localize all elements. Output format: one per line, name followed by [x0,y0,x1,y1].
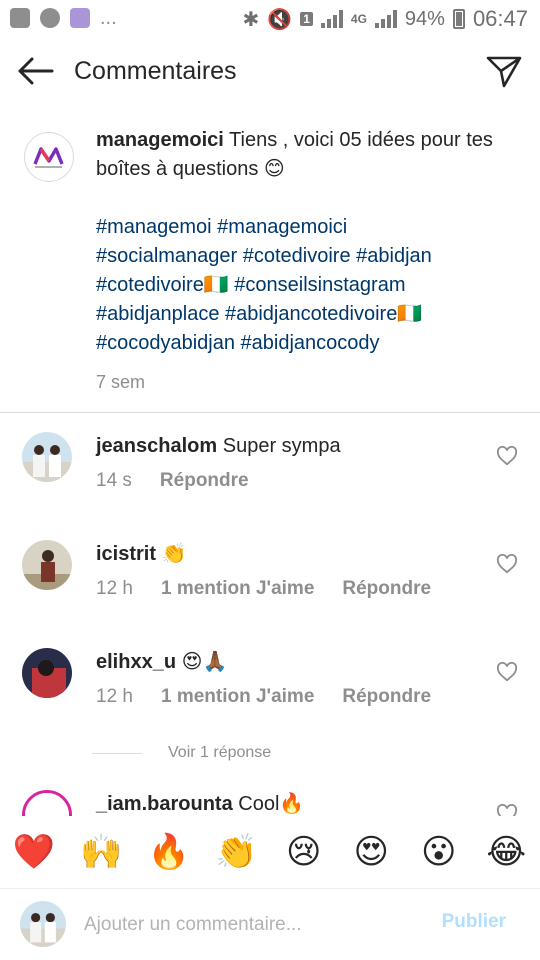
comment-item: jeanschalom Super sympa 14 s Répondre [0,432,540,532]
comment-composer: Publier [0,889,540,960]
comment-time: 12 h [96,578,133,599]
comment-item: _iam.barounta Cool🔥 [0,790,540,816]
emoji-surprised-button[interactable]: 😮 [416,829,462,875]
comment-input[interactable] [82,907,416,943]
send-icon[interactable] [484,54,524,90]
caption-username[interactable]: managemoici [96,129,224,151]
avatar[interactable] [24,132,74,182]
comment-meta: 12 h 1 mention J'aime Répondre [96,578,431,600]
comment-username[interactable]: jeanschalom [96,435,217,457]
clock: 06:47 [472,6,528,31]
emoji-heart-eyes-button[interactable]: 😍 [348,829,394,875]
network-type: 4G [350,12,367,26]
heart-icon[interactable] [496,446,518,466]
mute-icon: 🔇 [267,8,293,31]
page-title: Commentaires [74,57,237,85]
emoji-fire-button[interactable]: 🔥 [146,829,192,875]
comment-text: Super sympa [222,435,341,457]
status-bar: ... ✱ 🔇 1 4G 94% 06:47 [0,0,540,38]
comment-text: Cool🔥 [238,793,305,815]
avatar[interactable] [22,540,72,590]
comment-username[interactable]: icistrit [96,543,156,565]
comment-text: 👏 [161,543,187,565]
emoji-laughing-button[interactable]: 😂 [483,829,529,875]
reply-button[interactable]: Répondre [160,470,249,492]
avatar-image [22,432,72,482]
emoji-raised-hands-button[interactable]: 🙌 [78,829,124,875]
signal-icon-2 [374,10,397,28]
heart-icon[interactable] [496,804,518,816]
divider [92,752,142,754]
reply-button[interactable]: Répondre [342,686,431,708]
battery-icon [452,9,465,29]
view-replies-button[interactable]: Voir 1 réponse [92,744,271,762]
avatar[interactable] [22,790,72,816]
hashtag-line[interactable]: #abidjanplace #abidjancotedivoire🇨🇮 [96,300,516,329]
avatar-image [22,540,72,590]
emoji-sad-button[interactable]: 😢 [281,829,327,875]
comment-meta: 12 h 1 mention J'aime Répondre [96,686,431,708]
comment-text-row: elihxx_u 😍🙏🏾 [96,648,227,676]
comment-text-row: jeanschalom Super sympa [96,432,341,460]
header: Commentaires [0,38,540,106]
comment-text-row: _iam.barounta Cool🔥 [96,790,304,816]
comment-time: 14 s [96,470,132,491]
battery-percent: 94% [404,7,445,30]
comment-username[interactable]: elihxx_u [96,651,176,673]
avatar [20,901,66,947]
heart-icon[interactable] [496,662,518,682]
emoji-quick-bar: ❤️ 🙌 🔥 👏 😢 😍 😮 😂 [0,816,540,889]
caption-body: managemoici Tiens , voici 05 idées pour … [96,126,516,397]
comment-item: icistrit 👏 12 h 1 mention J'aime Répondr… [0,540,540,640]
likes-count[interactable]: 1 mention J'aime [161,686,314,708]
comment-text-row: icistrit 👏 [96,540,187,568]
emoji-clap-button[interactable]: 👏 [213,829,259,875]
hashtag-block: #managemoi #managemoici #socialmanager #… [96,213,516,358]
avatar-image [20,901,66,947]
hashtag-line[interactable]: #cocodyabidjan #abidjancocody [96,329,516,358]
hashtag-line[interactable]: #socialmanager #cotedivoire #abidjan [96,242,516,271]
avatar-image [25,793,69,816]
avatar-image [22,648,72,698]
back-arrow-icon[interactable] [16,56,56,86]
publish-button[interactable]: Publier [442,911,506,933]
hashtag-line[interactable]: #cotedivoire🇨🇮 #conseilsinstagram [96,271,516,300]
messenger-icon [70,8,90,28]
emoji-heart-button[interactable]: ❤️ [11,829,57,875]
comment-meta: 14 s Répondre [96,470,249,492]
sim-badge: 1 [300,12,313,26]
more-notifications: ... [100,7,117,29]
avatar[interactable] [22,432,72,482]
status-right: ✱ 🔇 1 4G 94% 06:47 [243,6,528,32]
reply-button[interactable]: Répondre [342,578,431,600]
caption-timestamp: 7 sem [96,372,146,392]
avatar[interactable] [22,648,72,698]
caption-text-row: managemoici Tiens , voici 05 idées pour … [96,126,516,184]
bluetooth-icon: ✱ [242,8,260,31]
view-replies-label: Voir 1 réponse [168,744,272,761]
comment-item: elihxx_u 😍🙏🏾 12 h 1 mention J'aime Répon… [0,648,540,748]
managemoi-logo-icon [33,147,64,168]
hashtag-line[interactable]: #managemoi #managemoici [96,213,516,242]
heart-icon[interactable] [496,554,518,574]
image-icon [10,8,30,28]
media-icon [40,8,60,28]
post-caption: managemoici Tiens , voici 05 idées pour … [0,112,540,413]
comment-text: 😍🙏🏾 [181,651,228,673]
signal-icon [320,10,343,28]
comment-time: 12 h [96,686,133,707]
comment-username[interactable]: _iam.barounta [96,793,233,815]
status-left: ... [10,8,117,28]
likes-count[interactable]: 1 mention J'aime [161,578,314,600]
